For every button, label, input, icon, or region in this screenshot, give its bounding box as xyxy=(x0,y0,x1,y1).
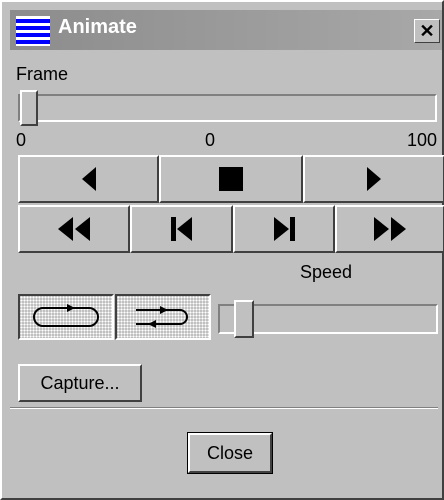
fast-forward-icon xyxy=(374,217,406,241)
loop-icon xyxy=(33,304,99,327)
bounce-icon xyxy=(136,306,188,328)
bounce-mode-button[interactable] xyxy=(115,294,211,340)
capture-button[interactable]: Capture... xyxy=(18,364,142,402)
close-icon: ✕ xyxy=(419,21,435,41)
last-frame-button[interactable] xyxy=(233,205,335,253)
frame-current-value: 0 xyxy=(205,130,216,150)
frame-min-label: 0 xyxy=(16,130,27,150)
play-forward-button[interactable] xyxy=(303,155,444,203)
frame-label: Frame xyxy=(16,64,69,84)
stop-button[interactable] xyxy=(159,155,303,203)
speed-slider-thumb[interactable] xyxy=(234,300,254,338)
play-backward-icon xyxy=(81,167,96,191)
animate-dialog: Animate ✕ Frame 0 0 100 Speed Capture...… xyxy=(0,0,444,500)
title-bar[interactable]: Animate ✕ xyxy=(10,10,442,50)
stop-icon xyxy=(219,167,243,191)
last-frame-icon xyxy=(274,217,295,241)
window-title: Animate xyxy=(58,16,137,38)
speed-label: Speed xyxy=(300,262,353,282)
first-frame-button[interactable] xyxy=(130,205,233,253)
play-backward-button[interactable] xyxy=(18,155,159,203)
first-frame-icon xyxy=(170,217,192,241)
rewind-icon xyxy=(58,217,90,241)
speed-slider-track[interactable] xyxy=(218,300,438,338)
frame-slider-thumb[interactable] xyxy=(20,90,38,126)
close-button[interactable]: Close xyxy=(187,432,273,474)
play-forward-icon xyxy=(367,167,381,191)
rewind-button[interactable] xyxy=(18,205,130,253)
close-window-button[interactable]: ✕ xyxy=(414,19,440,43)
animate-app-icon xyxy=(16,16,50,46)
loop-mode-button[interactable] xyxy=(18,294,114,340)
frame-max-label: 100 xyxy=(407,130,438,150)
frame-slider-track[interactable] xyxy=(18,90,437,126)
divider xyxy=(10,407,438,409)
fast-forward-button[interactable] xyxy=(335,205,444,253)
